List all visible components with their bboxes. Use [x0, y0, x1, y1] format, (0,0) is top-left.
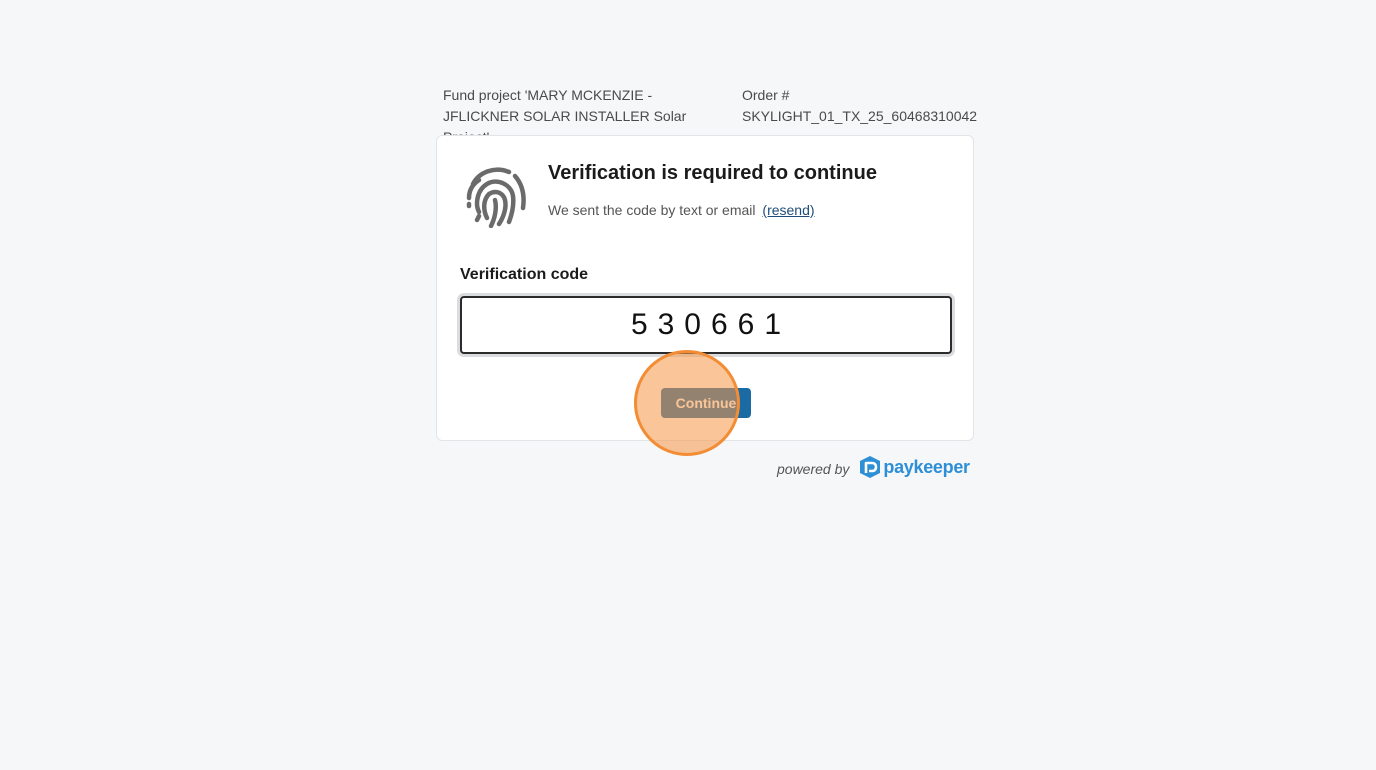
subtitle-text: We sent the code by text or email — [548, 202, 756, 218]
page-title: Verification is required to continue — [548, 162, 877, 184]
subtitle: We sent the code by text or email (resen… — [548, 202, 815, 218]
fingerprint-icon — [466, 167, 526, 228]
order-label: Order # — [742, 87, 790, 103]
verification-code-input[interactable] — [460, 296, 952, 354]
continue-button[interactable]: Continue — [661, 388, 751, 418]
verification-code-label: Verification code — [460, 266, 589, 283]
paykeeper-brand: paykeeper — [883, 456, 970, 477]
powered-by-text: powered by — [777, 461, 850, 477]
powered-by-footer: powered by paykeeper — [777, 455, 977, 479]
paykeeper-logo-icon — [860, 456, 881, 478]
verification-card: Verification is required to continue We … — [436, 135, 974, 441]
order-number: SKYLIGHT_01_TX_25_60468310042 — [742, 108, 978, 124]
resend-link[interactable]: (resend) — [762, 202, 814, 218]
